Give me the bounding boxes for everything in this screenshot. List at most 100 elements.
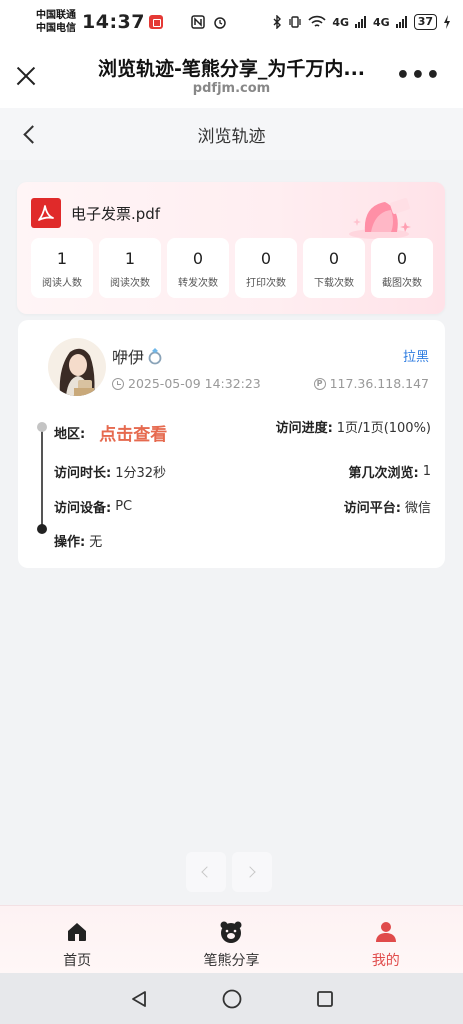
duration-key: 访问时长:	[54, 466, 112, 481]
system-navigation-bar	[0, 973, 463, 1024]
stat-value: 0	[192, 248, 204, 268]
duration-value: 1分32秒	[115, 466, 167, 481]
decorative-illustration	[349, 198, 411, 239]
stat-value: 0	[260, 248, 272, 268]
close-button[interactable]	[12, 62, 40, 90]
stat-label: 阅读次数	[110, 277, 150, 289]
stat-label: 打印次数	[246, 277, 286, 289]
timeline-start-dot	[37, 422, 47, 432]
region-key: 地区:	[54, 427, 86, 442]
wifi-icon	[308, 15, 326, 27]
platform-row: 访问平台: 微信	[344, 497, 431, 516]
visit-time-row: 2025-05-09 14:32:23	[112, 376, 261, 391]
operation-row: 操作: 无	[54, 531, 102, 550]
web-page-domain: pdfjm.com	[192, 81, 271, 96]
visit-time: 2025-05-09 14:32:23	[128, 376, 261, 391]
prev-page-button[interactable]	[186, 852, 226, 892]
tab-mine-label: 我的	[371, 953, 400, 969]
operation-value: 无	[89, 535, 103, 550]
stat-value: 0	[328, 248, 340, 268]
back-triangle-icon[interactable]	[129, 989, 149, 1009]
platform-key: 访问平台:	[343, 501, 401, 516]
clock-icon	[112, 377, 124, 390]
stat-forwards: 0 转发次数	[167, 238, 229, 298]
file-name: 电子发票.pdf	[71, 205, 161, 223]
alarm-icon	[214, 17, 226, 29]
avatar	[48, 338, 106, 396]
signal-2-icon	[395, 16, 407, 28]
page-navbar: 浏览轨迹	[0, 108, 463, 160]
ring-icon	[148, 348, 162, 365]
ip-icon: P	[313, 377, 326, 390]
platform-value: 微信	[404, 501, 431, 516]
user-name-row: 咿伊	[112, 344, 165, 368]
nth-view-value: 1	[422, 464, 431, 479]
charging-icon	[444, 15, 450, 29]
more-button[interactable]: •••	[396, 65, 441, 87]
timeline-line	[41, 427, 43, 527]
stat-label: 下载次数	[314, 277, 354, 289]
stats-row: 1 阅读人数 1 阅读次数 0 转发次数 0 打印次数 0 下载次数 0 截图次…	[31, 238, 433, 298]
region-view-link[interactable]: 点击查看	[99, 420, 167, 445]
stat-value: 1	[56, 248, 68, 268]
stat-screenshots: 0 截图次数	[371, 238, 433, 298]
stat-value: 1	[124, 248, 136, 268]
tab-bear-share-label: 笔熊分享	[203, 953, 260, 969]
stat-downloads: 0 下载次数	[303, 238, 365, 298]
progress-key: 访问进度:	[275, 421, 333, 436]
bear-icon	[220, 921, 242, 943]
block-button[interactable]: 拉黑	[403, 346, 429, 365]
bottom-tab-bar: 首页 笔熊分享 我的	[0, 905, 463, 973]
progress-value: 1页/1页(100%)	[336, 421, 431, 436]
stat-readers: 1 阅读人数	[31, 238, 93, 298]
signal-1-icon	[355, 16, 366, 28]
device-value: PC	[115, 499, 133, 514]
tab-mine[interactable]: 我的	[309, 906, 463, 973]
visit-record-card: 咿伊 拉黑 2025-05-09 14:32:23 P 117.36.118.1…	[18, 320, 445, 568]
signal-1-label: 4G	[332, 15, 349, 29]
pager	[186, 852, 272, 892]
operation-key: 操作:	[54, 535, 86, 550]
visit-ip: 117.36.118.147	[329, 376, 429, 391]
stat-label: 截图次数	[382, 277, 422, 289]
progress-row: 访问进度: 1页/1页(100%)	[276, 417, 431, 436]
bluetooth-icon	[273, 15, 282, 29]
battery-level: 37	[413, 14, 437, 30]
screen-record-icon	[148, 15, 163, 29]
stat-label: 转发次数	[178, 277, 218, 289]
duration-row: 访问时长: 1分32秒	[54, 462, 166, 481]
tab-home-label: 首页	[63, 953, 92, 969]
status-time: 14:37	[82, 11, 145, 33]
pdf-icon	[31, 198, 61, 228]
stat-reads: 1 阅读次数	[99, 238, 161, 298]
device-key: 访问设备:	[54, 501, 112, 516]
nth-view-key: 第几次浏览:	[348, 466, 419, 481]
home-circle-icon[interactable]	[221, 988, 243, 1010]
visit-ip-row: P 117.36.118.147	[313, 376, 429, 391]
file-stats-card: 电子发票.pdf 1 阅读人数 1 阅读次数 0 转发次数 0 打印次数 0 下…	[17, 182, 445, 314]
region-row: 地区: 点击查看	[54, 420, 167, 445]
stat-prints: 0 打印次数	[235, 238, 297, 298]
page-title: 浏览轨迹	[197, 127, 266, 147]
stat-label: 阅读人数	[42, 277, 82, 289]
home-icon	[68, 923, 87, 941]
stat-value: 0	[396, 248, 408, 268]
carrier-info: 中国联通 中国电信	[36, 9, 76, 35]
status-icons-right: 4G 4G 37	[272, 14, 451, 30]
user-icon	[375, 922, 396, 942]
device-row: 访问设备: PC	[54, 497, 132, 516]
tab-home[interactable]: 首页	[0, 906, 154, 973]
tab-bear-share[interactable]: 笔熊分享	[154, 906, 308, 973]
carrier-1: 中国联通	[36, 10, 76, 21]
browser-header: 浏览轨迹-笔熊分享_为千万内... pdfjm.com •••	[0, 44, 463, 108]
recents-square-icon[interactable]	[315, 989, 335, 1009]
status-icons-left	[191, 15, 227, 29]
nfc-icon	[191, 15, 205, 29]
carrier-2: 中国电信	[36, 23, 76, 34]
next-page-button[interactable]	[232, 852, 272, 892]
status-bar: 中国联通 中国电信 14:37 4G 4G 37	[0, 0, 463, 44]
web-page-title: 浏览轨迹-笔熊分享_为千万内...	[97, 58, 366, 80]
timeline-end-dot	[37, 524, 47, 534]
signal-2-label: 4G	[373, 15, 390, 29]
nth-view-row: 第几次浏览: 1	[349, 462, 431, 481]
